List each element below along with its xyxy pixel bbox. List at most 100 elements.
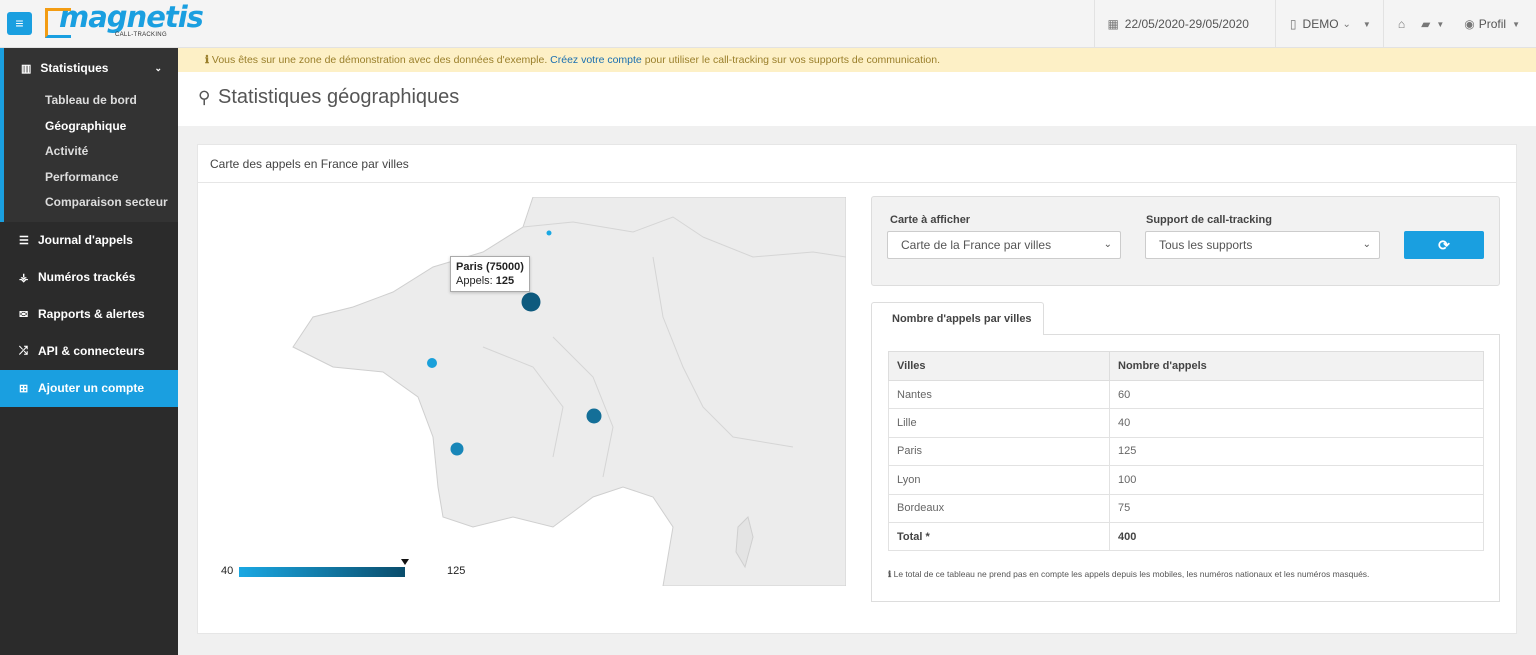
filter-form: Carte à afficher Carte de la France par … (871, 196, 1500, 286)
calendar-icon: ▦ (1107, 17, 1119, 31)
notice-text: Vous êtes sur une zone de démonstration … (211, 54, 548, 66)
sidebar: ▥ Statistiques ⌄ Tableau de bord Géograp… (0, 48, 178, 655)
user-circle-icon: ◉ (1464, 17, 1475, 31)
cell-city: Lille (888, 408, 1110, 438)
sidebar-item-ajouter-compte[interactable]: ⊞ Ajouter un compte (0, 369, 178, 407)
page-header: ⚲ Statistiques géographiques (178, 72, 1536, 126)
cell-calls: 125 (1109, 436, 1484, 467)
map-panel: Carte des appels en France par villes Pa… (197, 144, 1517, 634)
date-range-picker[interactable]: ▦ 22/05/2020-29/05/2020 (1094, 0, 1274, 48)
caret-down-icon: ▼ (1512, 19, 1520, 29)
table-row: Nantes 60 (888, 379, 1484, 410)
create-account-link[interactable]: Créez votre compte (550, 54, 642, 66)
table-row: Paris 125 (888, 436, 1484, 467)
table-header-row: Villes Nombre d'appels (888, 351, 1484, 381)
sidebar-item-label: Journal d'appels (38, 233, 133, 248)
caret-down-icon: ▼ (1362, 19, 1371, 29)
account-label: DEMO (1302, 17, 1339, 31)
cell-city: Nantes (888, 379, 1110, 410)
page-title-text: Statistiques géographiques (218, 86, 460, 108)
table-row: Lille 40 (888, 408, 1484, 438)
profile-label: Profil (1478, 17, 1507, 31)
chevron-down-icon: ⌄ (154, 62, 162, 73)
cell-total-value: 400 (1109, 521, 1484, 552)
sidebar-subitem-performance[interactable]: Performance (4, 165, 178, 191)
sidebar-subitem-activite[interactable]: Activité (4, 139, 178, 165)
demo-notice: ℹ Vous êtes sur une zone de démonstratio… (178, 48, 1536, 72)
menu-toggle-button[interactable]: ≡ (7, 12, 32, 35)
logo[interactable]: magnetis CALL-TRACKING (45, 0, 204, 41)
table-row: Lyon 100 (888, 465, 1484, 495)
legend-min-label: 40 (221, 565, 234, 577)
city-marker-nantes[interactable] (427, 358, 437, 368)
top-bar: ≡ magnetis CALL-TRACKING ▦ 22/05/2020-29… (0, 0, 1536, 48)
page-title: ⚲ Statistiques géographiques (198, 86, 459, 109)
sitemap-icon: ⚶ (19, 271, 29, 284)
chevron-down-icon: ⌄ (1362, 239, 1371, 250)
cell-city: Lyon (888, 465, 1110, 495)
info-icon: ℹ (205, 54, 209, 66)
column-header-appels: Nombre d'appels (1109, 351, 1484, 381)
sidebar-item-journal[interactable]: ☰ Journal d'appels (0, 222, 178, 259)
city-marker-bordeaux[interactable] (450, 442, 464, 456)
footnote-text: Le total de ce tableau ne prend pas en c… (893, 569, 1370, 579)
shuffle-icon: ⤮ (19, 344, 28, 357)
refresh-icon: ⟳ (1438, 237, 1450, 253)
tooltip-label: Appels: (456, 275, 493, 287)
sidebar-item-label: Rapports & alertes (38, 307, 145, 322)
legend-max-label: 125 (447, 565, 466, 577)
home-button[interactable]: ⌂ (1382, 0, 1413, 48)
hamburger-icon: ≡ (15, 15, 24, 31)
legend-marker-icon (401, 559, 409, 565)
support-select-label: Support de call-tracking (1146, 214, 1272, 226)
support-select[interactable]: Tous les supports ⌄ (1145, 231, 1380, 259)
panel-title: Carte des appels en France par villes (198, 145, 1516, 183)
notice-text-suffix: pour utiliser le call-tracking sur vos s… (644, 54, 940, 66)
date-range-label: 22/05/2020-29/05/2020 (1124, 17, 1249, 31)
chevron-down-icon: ⌄ (1342, 18, 1351, 30)
sidebar-item-api[interactable]: ⤮ API & connecteurs (0, 333, 178, 370)
sidebar-item-rapports[interactable]: ✉ Rapports & alertes (0, 296, 178, 333)
map-select[interactable]: Carte de la France par villes ⌄ (887, 231, 1121, 259)
cell-city: Bordeaux (888, 493, 1110, 523)
bar-chart-icon: ▥ (21, 62, 32, 75)
account-selector[interactable]: ▯ DEMO ⌄ ▼ (1274, 0, 1383, 48)
sidebar-item-label: API & connecteurs (38, 344, 145, 359)
calls-table: Villes Nombre d'appels Nantes 60 Lille 40 … (888, 351, 1484, 552)
france-map[interactable] (233, 197, 846, 586)
map-svg (233, 197, 846, 586)
map-select-label: Carte à afficher (890, 214, 971, 226)
city-marker-lyon[interactable] (586, 408, 602, 424)
help-menu[interactable]: ▰ ▼ (1413, 0, 1454, 48)
map-select-value: Carte de la France par villes (901, 238, 1052, 252)
sidebar-item-statistiques[interactable]: ▥ Statistiques ⌄ (4, 48, 178, 88)
cell-city: Paris (888, 436, 1110, 467)
caret-down-icon: ▼ (1436, 19, 1445, 29)
chevron-down-icon: ⌄ (1103, 239, 1112, 250)
building-icon: ▯ (1289, 17, 1297, 31)
cell-calls: 60 (1109, 379, 1484, 410)
refresh-button[interactable]: ⟳ (1404, 231, 1484, 259)
sidebar-group-statistiques: ▥ Statistiques ⌄ Tableau de bord Géograp… (0, 48, 178, 222)
home-icon: ⌂ (1397, 17, 1406, 31)
support-select-value: Tous les supports (1159, 238, 1253, 252)
city-marker-paris[interactable] (521, 292, 541, 312)
sidebar-item-label: Ajouter un compte (38, 381, 145, 396)
profile-menu[interactable]: ◉ Profil ▼ (1454, 0, 1536, 48)
sidebar-subitem-geographique[interactable]: Géographique (4, 114, 178, 140)
sidebar-item-label: Numéros trackés (38, 270, 136, 285)
tab-appels-par-villes[interactable]: Nombre d'appels par villes (871, 302, 1044, 335)
cell-calls: 40 (1109, 408, 1484, 438)
sidebar-item-numeros[interactable]: ⚶ Numéros trackés (0, 259, 178, 296)
city-marker-lille[interactable] (546, 230, 552, 236)
info-icon: ℹ (888, 569, 892, 579)
list-icon: ☰ (19, 234, 29, 247)
table-footnote: ℹ Le total de ce tableau ne prend pas en… (888, 569, 1369, 580)
map-legend: 40 125 (221, 555, 473, 585)
logo-text: magnetis (59, 0, 204, 34)
logo-subtitle: CALL-TRACKING (115, 32, 167, 38)
envelope-icon: ✉ (19, 308, 29, 321)
sidebar-subitem-tableau-de-bord[interactable]: Tableau de bord (4, 88, 178, 114)
cell-calls: 75 (1109, 493, 1484, 523)
sidebar-subitem-comparaison-secteur[interactable]: Comparaison secteur (4, 190, 178, 216)
